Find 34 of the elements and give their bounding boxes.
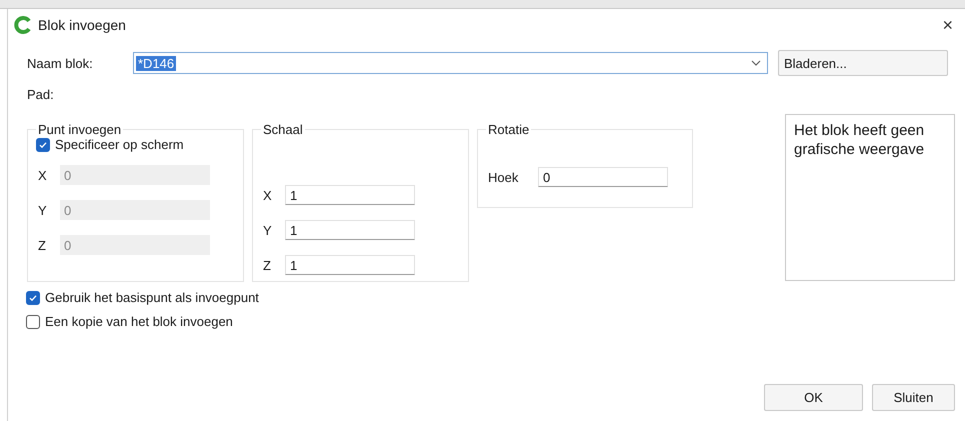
checkmark-icon (28, 292, 38, 302)
group-title: Rotatie (487, 122, 530, 137)
path-label: Pad: (27, 87, 55, 102)
checkbox[interactable] (26, 314, 40, 328)
coordinate-field[interactable]: 1 (285, 255, 415, 275)
axis-label: X (37, 168, 48, 182)
browse-button[interactable]: Bladeren... (778, 50, 948, 76)
block-name-value: *D146 (136, 56, 176, 70)
chevron-down-icon (751, 60, 761, 66)
axis-label: Y (262, 222, 273, 238)
checkbox[interactable] (36, 138, 50, 152)
ok-button[interactable]: OK (764, 384, 863, 411)
block-name-combobox[interactable]: *D146 (133, 52, 768, 74)
coordinate-field[interactable]: 1 (285, 185, 415, 205)
preview-text: Het blok heeft geen grafische weergave (785, 114, 955, 281)
checkmark-icon (38, 140, 48, 150)
checkbox[interactable] (26, 290, 40, 304)
block-name-label: Naam blok: (27, 56, 94, 70)
angle-label: Hoek (488, 170, 520, 184)
close-dialog-button[interactable]: Sluiten (872, 384, 955, 411)
axis-label: Y (37, 202, 48, 218)
angle-field[interactable]: 0 (538, 167, 668, 187)
window-title: Blok invoegen (38, 17, 127, 33)
group-title: Schaal (262, 122, 304, 137)
checkbox-label: Gebruik het basispunt als invoegpunt (45, 290, 259, 305)
close-button[interactable]: × (938, 14, 957, 36)
axis-label: Z (37, 238, 47, 252)
checkbox-label: Een kopie van het blok invoegen (45, 314, 233, 329)
axis-label: Z (262, 258, 272, 272)
axis-label: X (262, 188, 273, 202)
group-title: Punt invoegen (37, 122, 122, 137)
app-logo-icon (14, 16, 32, 34)
coordinate-field[interactable]: 1 (285, 220, 415, 240)
checkbox-label: Specificeer op scherm (55, 137, 184, 152)
